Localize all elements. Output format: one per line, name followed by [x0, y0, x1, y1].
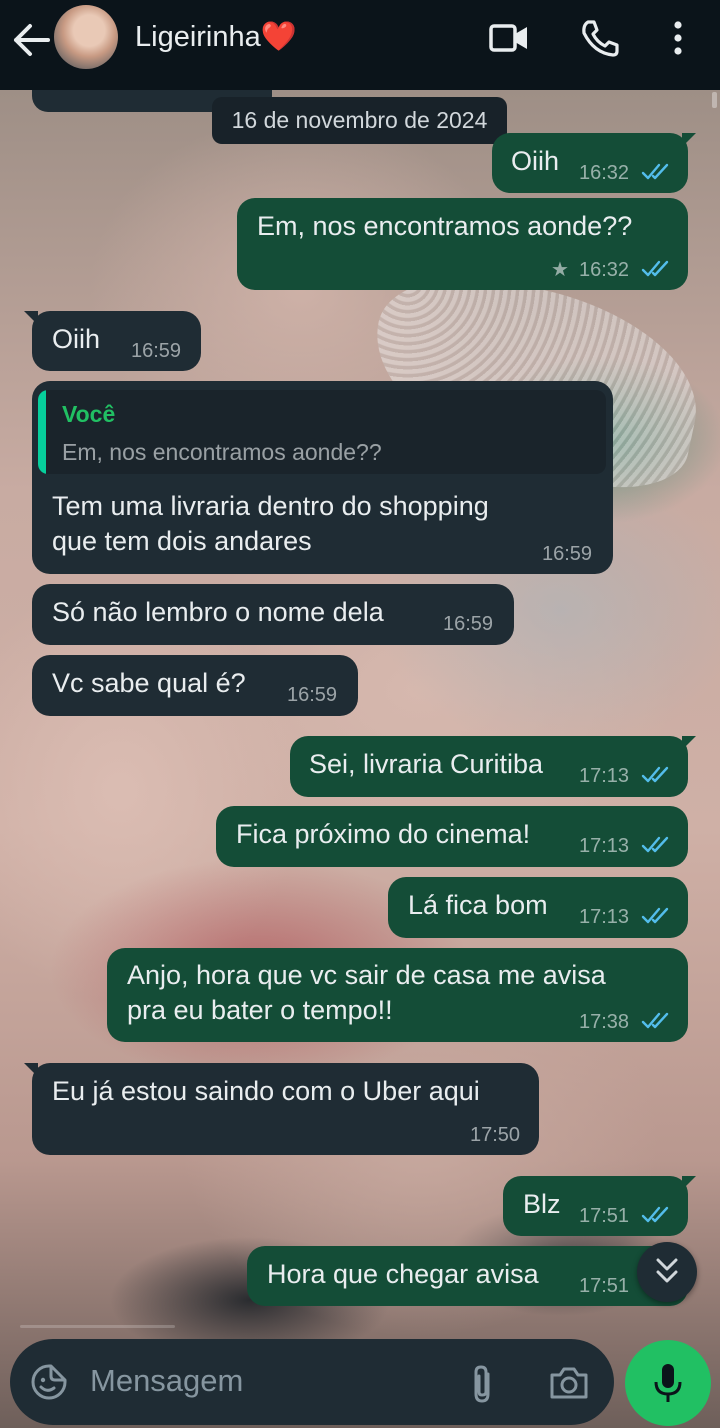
message-text-line: Tem uma livraria dentro do shopping	[52, 491, 489, 521]
message-composer[interactable]: Mensagem	[10, 1339, 614, 1425]
read-ticks-icon	[641, 163, 669, 180]
message-text-line: Anjo, hora que vc sair de casa me avisa	[127, 960, 606, 990]
incoming-message[interactable]: Vc sabe qual é? 16:59	[32, 655, 358, 716]
message-time: 16:59	[542, 543, 593, 565]
message-text: Oiih	[52, 324, 101, 354]
message-text: Só não lembro o nome dela	[52, 597, 384, 627]
message-time: 17:51	[579, 1205, 630, 1227]
read-ticks-icon	[641, 1206, 669, 1223]
outgoing-message[interactable]: Anjo, hora que vc sair de casa me avisa …	[107, 948, 688, 1042]
read-ticks-icon	[641, 836, 669, 853]
message-time: 16:32	[579, 259, 630, 281]
message-input-placeholder[interactable]: Mensagem	[90, 1363, 243, 1399]
outgoing-message[interactable]: Lá fica bom 17:13	[388, 877, 688, 938]
outgoing-message[interactable]: Oiih 16:32	[492, 133, 696, 193]
double-chevron-down-icon	[656, 1258, 678, 1283]
heart-emoji: ❤️	[260, 21, 297, 53]
message-text-line: que tem dois andares	[52, 526, 312, 556]
read-ticks-icon	[641, 260, 669, 277]
contact-name[interactable]: Ligeirinha❤️	[135, 19, 297, 55]
divider	[20, 1325, 175, 1328]
quoted-message[interactable]: Você Em, nos encontramos aonde??	[38, 390, 606, 474]
quote-text: Em, nos encontramos aonde??	[62, 439, 382, 465]
message-text: Sei, livraria Curitiba	[309, 749, 544, 779]
back-arrow-icon[interactable]	[12, 22, 52, 58]
camera-icon[interactable]	[548, 1365, 590, 1401]
message-text: Hora que chegar avisa	[267, 1259, 539, 1289]
message-text: Oiih	[511, 146, 560, 176]
incoming-message[interactable]: Oiih 16:59	[24, 311, 201, 371]
more-options-icon[interactable]	[668, 20, 688, 56]
scroll-indicator	[712, 92, 717, 108]
message-time: 16:59	[287, 684, 338, 706]
message-time: 17:13	[579, 906, 630, 928]
video-call-icon[interactable]	[488, 21, 530, 55]
read-ticks-icon	[641, 1012, 669, 1029]
message-time: 17:51	[579, 1275, 630, 1297]
outgoing-message[interactable]: Em, nos encontramos aonde?? ★ 16:32	[237, 198, 688, 290]
outgoing-message[interactable]: Hora que chegar avisa 17:51	[247, 1246, 688, 1306]
quote-bar	[38, 390, 46, 474]
chat-header: Ligeirinha❤️	[0, 0, 720, 90]
starred-icon: ★	[551, 259, 569, 281]
sticker-emoji-icon[interactable]	[30, 1363, 68, 1401]
contact-avatar[interactable]	[54, 5, 118, 69]
outgoing-message[interactable]: Sei, livraria Curitiba 17:13	[290, 736, 696, 797]
microphone-icon	[654, 1364, 682, 1402]
outgoing-message[interactable]: Blz 17:51	[503, 1176, 696, 1236]
outgoing-message[interactable]: Fica próximo do cinema! 17:13	[216, 806, 688, 867]
message-text-line: pra eu bater o tempo!!	[127, 995, 393, 1025]
message-time: 16:59	[443, 613, 494, 635]
message-time: 17:13	[579, 765, 630, 787]
contact-name-text: Ligeirinha	[135, 21, 261, 53]
date-separator: 16 de novembro de 2024	[212, 97, 507, 144]
quote-author: Você	[62, 401, 116, 427]
message-text: Fica próximo do cinema!	[236, 819, 531, 849]
message-time: 16:59	[131, 340, 182, 362]
read-ticks-icon	[641, 907, 669, 924]
message-text: Blz	[523, 1189, 561, 1219]
message-text: Em, nos encontramos aonde??	[257, 211, 633, 241]
message-text: Eu já estou saindo com o Uber aqui	[52, 1076, 480, 1106]
incoming-message[interactable]: Só não lembro o nome dela 16:59	[32, 584, 514, 645]
voice-message-button[interactable]	[625, 1340, 711, 1426]
message-text: Lá fica bom	[408, 890, 548, 920]
message-time: 17:50	[470, 1124, 521, 1146]
message-time: 17:13	[579, 835, 630, 857]
read-ticks-icon	[641, 766, 669, 783]
scroll-to-bottom-button[interactable]	[637, 1242, 697, 1302]
message-time: 16:32	[579, 162, 630, 184]
incoming-message[interactable]: Eu já estou saindo com o Uber aqui 17:50	[24, 1063, 539, 1155]
message-time: 17:38	[579, 1011, 630, 1033]
phone-call-icon[interactable]	[580, 19, 620, 57]
attach-icon[interactable]	[468, 1364, 496, 1404]
message-text: Vc sabe qual é?	[52, 668, 246, 698]
